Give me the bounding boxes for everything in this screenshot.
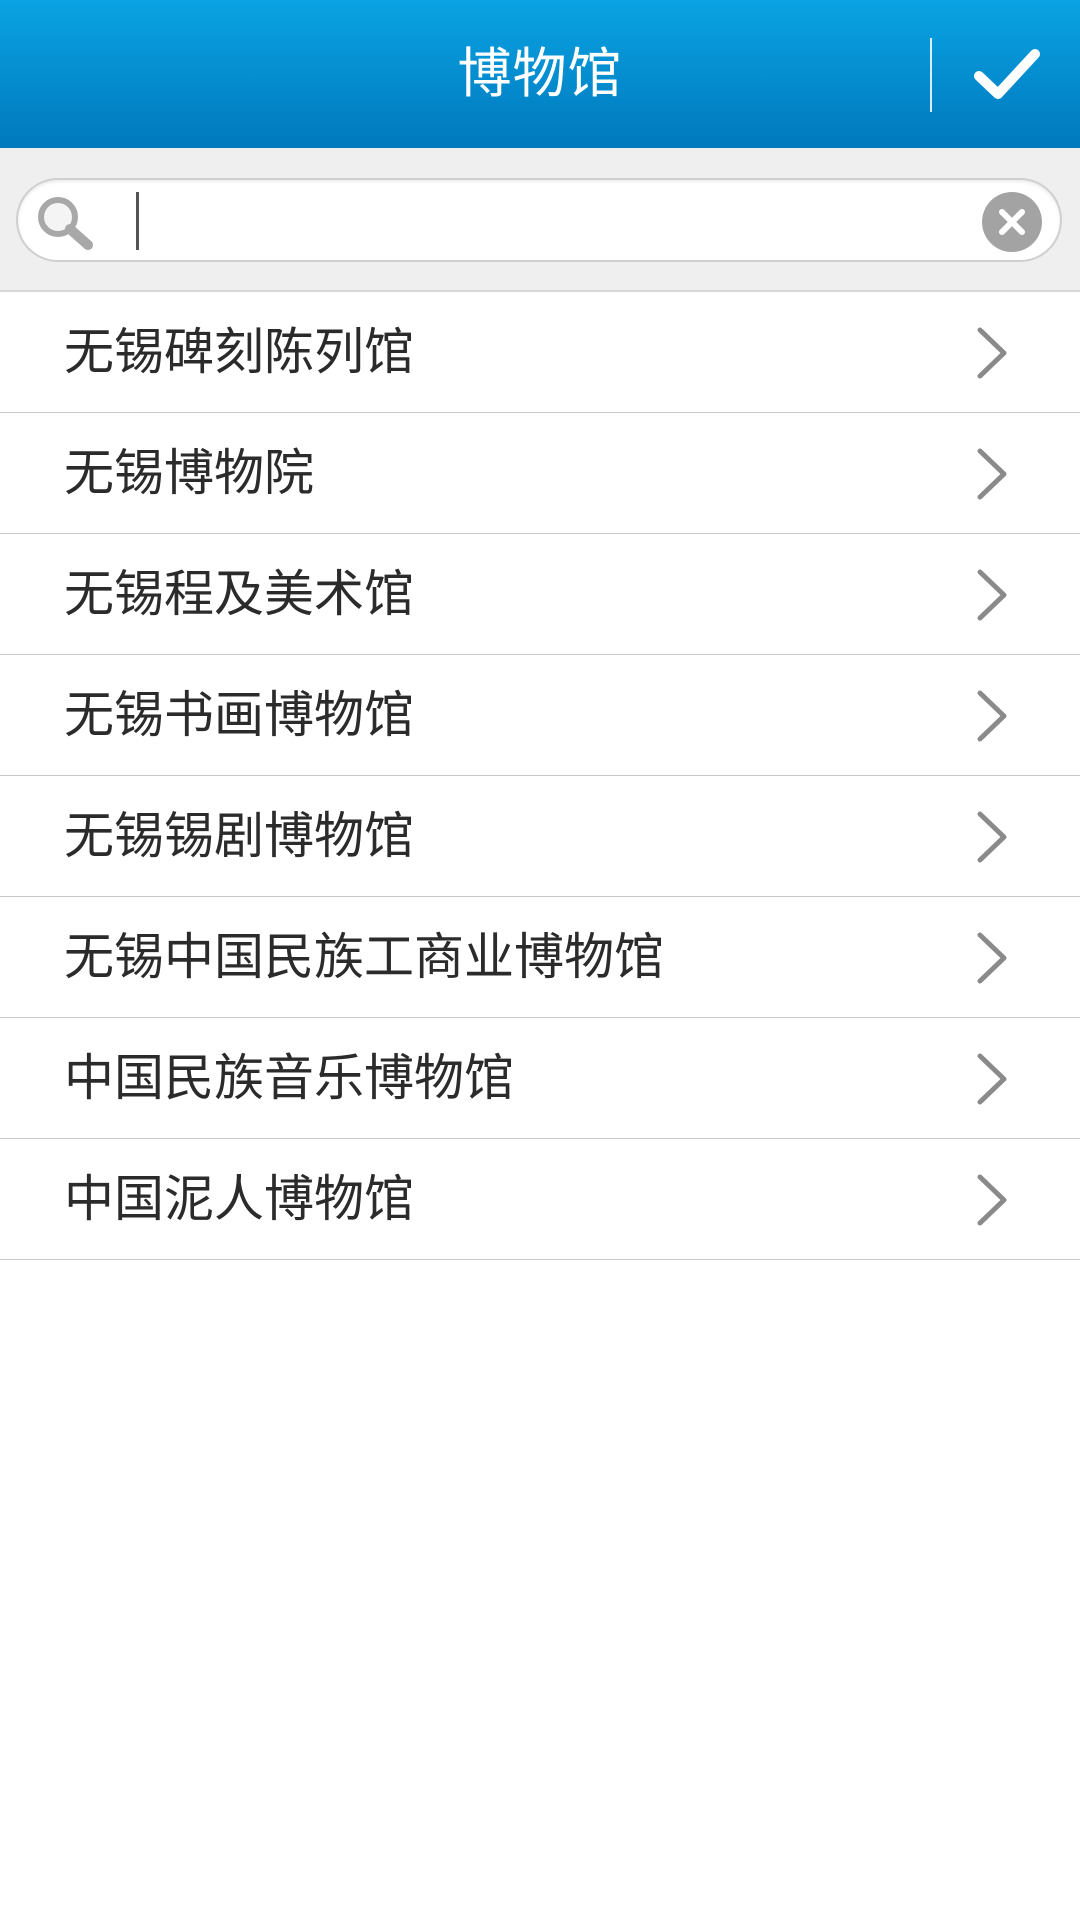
header-divider <box>930 38 932 112</box>
search-input[interactable] <box>118 190 978 252</box>
list-item[interactable]: 无锡锡剧博物馆 <box>0 776 1080 897</box>
clear-search-button[interactable] <box>982 192 1042 252</box>
list-item[interactable]: 无锡书画博物馆 <box>0 655 1080 776</box>
list-item[interactable]: 中国泥人博物馆 <box>0 1139 1080 1260</box>
list-item-label: 无锡程及美术馆 <box>64 565 414 623</box>
chevron-right-icon <box>977 811 1007 863</box>
chevron-right-icon <box>977 932 1007 984</box>
list-item[interactable]: 无锡博物院 <box>0 413 1080 534</box>
clear-icon <box>999 209 1025 235</box>
list-item[interactable]: 中国民族音乐博物馆 <box>0 1018 1080 1139</box>
list-item-label: 中国民族音乐博物馆 <box>64 1049 514 1107</box>
list-item-label: 无锡中国民族工商业博物馆 <box>64 928 664 986</box>
confirm-button[interactable] <box>934 0 1080 148</box>
app-screen: 博物馆 无锡碑刻陈列馆 无锡博物院 无锡程及美术馆 无锡书画博物馆 无锡锡剧博物… <box>0 0 1080 1920</box>
chevron-right-icon <box>977 327 1007 379</box>
list-item[interactable]: 无锡程及美术馆 <box>0 534 1080 655</box>
chevron-right-icon <box>977 1174 1007 1226</box>
chevron-right-icon <box>977 569 1007 621</box>
search-box[interactable] <box>16 178 1062 262</box>
list-item-label: 无锡碑刻陈列馆 <box>64 323 414 381</box>
header-bar: 博物馆 <box>0 0 1080 148</box>
list-item[interactable]: 无锡中国民族工商业博物馆 <box>0 897 1080 1018</box>
search-icon <box>38 197 93 250</box>
chevron-right-icon <box>977 1053 1007 1105</box>
search-area <box>0 148 1080 292</box>
list-item-label: 无锡博物院 <box>64 444 314 502</box>
list-item-label: 无锡锡剧博物馆 <box>64 807 414 865</box>
chevron-right-icon <box>977 448 1007 500</box>
checkmark-icon <box>974 49 1040 99</box>
list-item[interactable]: 无锡碑刻陈列馆 <box>0 292 1080 413</box>
museum-list: 无锡碑刻陈列馆 无锡博物院 无锡程及美术馆 无锡书画博物馆 无锡锡剧博物馆 无锡… <box>0 292 1080 1260</box>
chevron-right-icon <box>977 690 1007 742</box>
page-title: 博物馆 <box>457 42 623 105</box>
text-cursor <box>136 192 139 250</box>
list-item-label: 中国泥人博物馆 <box>64 1170 414 1228</box>
list-item-label: 无锡书画博物馆 <box>64 686 414 744</box>
